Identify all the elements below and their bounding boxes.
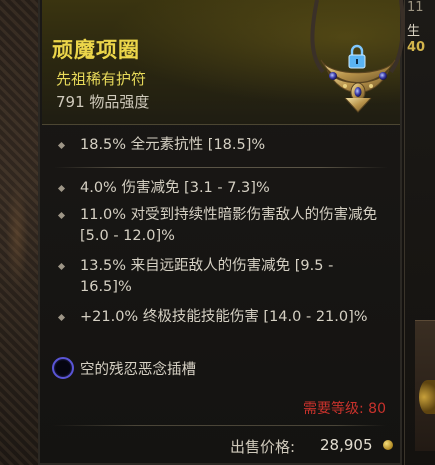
item-tooltip: 顽魔项圈 先祖稀有护符 791 物品强度 18.5% 全元素抗性 [18.5]%… <box>38 0 405 465</box>
footer-divider <box>52 425 386 426</box>
item-name: 顽魔项圈 <box>52 38 140 62</box>
empty-socket-icon[interactable] <box>52 357 74 379</box>
level-requirement: 需要等级: 80 <box>303 401 386 417</box>
bullet-icon <box>57 262 66 271</box>
side-panel-label: 生 <box>407 24 421 39</box>
side-panel-number: 40 <box>407 40 426 55</box>
implicit-affix-text: 18.5% 全元素抗性 [18.5]% <box>80 137 266 153</box>
game-screen: 11 生 40 顽魔项圈 先祖稀有护符 791 物品强度 18.5% 全元素抗性… <box>0 0 435 465</box>
game-background-left <box>0 0 38 465</box>
affix-text: 13.5% 来自远距敌人的伤害减免 [9.5 - 16.5]% <box>80 258 334 295</box>
side-panel: 11 生 40 <box>404 0 435 465</box>
sell-price-value: 28,905 <box>320 436 373 454</box>
bullet-icon <box>57 141 66 150</box>
bullet-icon <box>57 211 66 220</box>
gold-coin-icon <box>383 440 393 450</box>
side-panel-top-text: 11 <box>407 0 424 15</box>
bullet-icon <box>57 313 66 322</box>
item-power: 791 物品强度 <box>56 93 150 111</box>
lock-icon[interactable] <box>346 44 368 70</box>
sell-price-label: 出售价格: <box>230 438 296 456</box>
affix-divider <box>54 167 388 168</box>
affix-text: 11.0% 对受到持续性暗影伤害敌人的伤害减免 [5.0 - 12.0]% <box>80 207 378 244</box>
socket-text: 空的残忍恶念插槽 <box>80 362 196 378</box>
tooltip-header: 顽魔项圈 先祖稀有护符 791 物品强度 <box>42 0 405 125</box>
bullet-icon <box>57 184 66 193</box>
item-type: 先祖稀有护符 <box>56 70 147 88</box>
side-panel-orb <box>419 380 435 414</box>
affix-text: 4.0% 伤害减免 [3.1 - 7.3]% <box>80 180 270 196</box>
affix-text: +21.0% 终极技能技能伤害 [14.0 - 21.0]% <box>80 309 368 325</box>
